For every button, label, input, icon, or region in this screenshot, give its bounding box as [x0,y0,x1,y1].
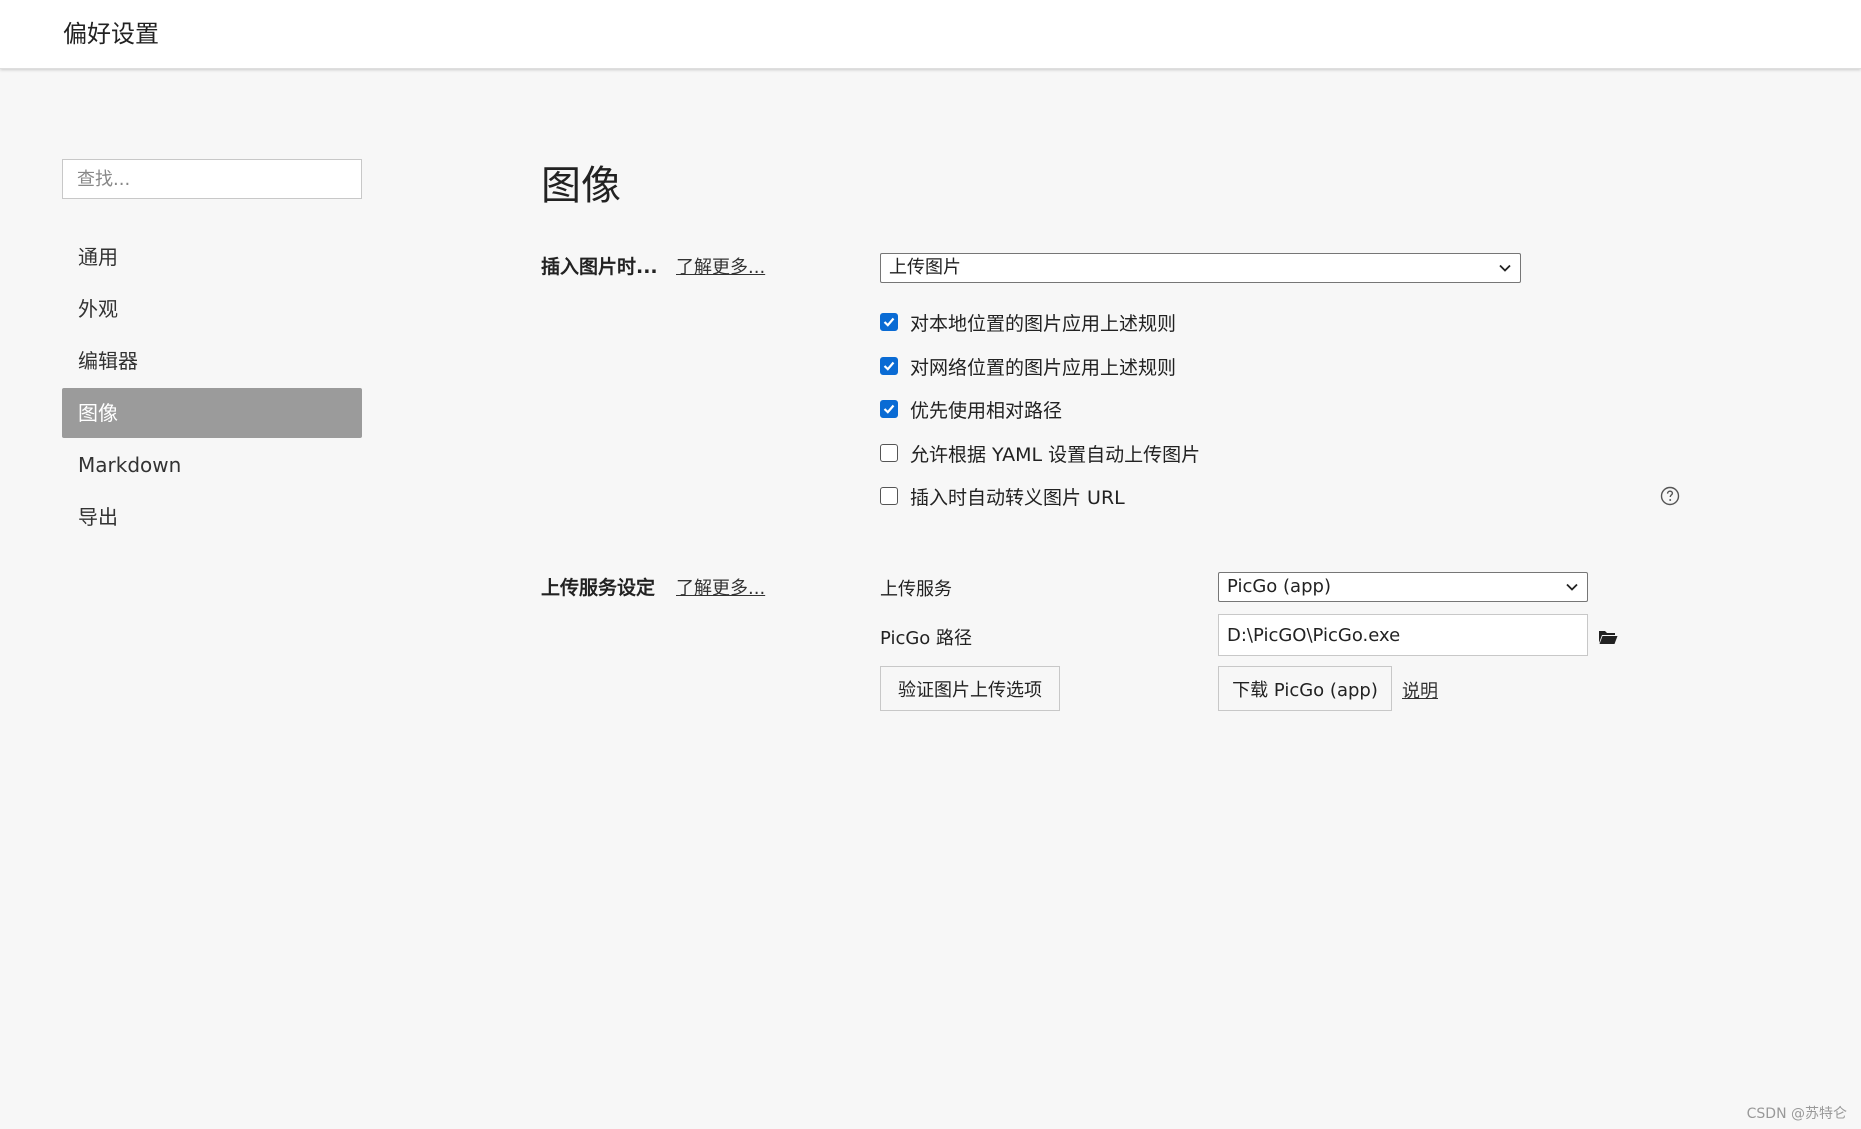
docs-link[interactable]: 说明 [1402,677,1438,703]
window-title: 偏好设置 [63,20,159,48]
picgo-path-input[interactable] [1218,614,1588,656]
option-local-images-label: 对本地位置的图片应用上述规则 [910,312,1177,335]
chevron-down-icon [1499,264,1511,272]
option-escape-url-label: 插入时自动转义图片 URL [910,486,1125,509]
sidebar-nav: 通用 外观 编辑器 图像 Markdown 导出 [62,232,362,544]
sidebar-item-markdown[interactable]: Markdown [62,440,362,490]
option-network-images-label: 对网络位置的图片应用上述规则 [910,356,1177,379]
option-local-images[interactable]: 对本地位置的图片应用上述规则 [880,308,1176,336]
folder-icon[interactable] [1598,629,1618,645]
sidebar-item-export[interactable]: 导出 [62,492,362,542]
sidebar-item-image[interactable]: 图像 [62,388,362,438]
picgo-path-label: PicGo 路径 [880,628,973,649]
checkbox-local-images[interactable] [880,313,898,331]
option-relative-path[interactable]: 优先使用相对路径 [880,395,1062,423]
page-title: 图像 [541,163,621,209]
option-relative-path-label: 优先使用相对路径 [910,399,1063,422]
checkbox-yaml-auto-upload[interactable] [880,444,898,462]
checkbox-relative-path[interactable] [880,400,898,418]
checkbox-network-images[interactable] [880,357,898,375]
upload-service-label: 上传服务 [880,579,952,600]
insert-action-value: 上传图片 [889,257,961,278]
download-picgo-button[interactable]: 下载 PicGo (app) [1218,666,1392,711]
sidebar-item-editor[interactable]: 编辑器 [62,336,362,386]
upload-learn-more-link[interactable]: 了解更多... [676,574,765,600]
option-yaml-auto-upload-label: 允许根据 YAML 设置自动上传图片 [910,443,1201,466]
title-bar: 偏好设置 [0,0,1861,69]
option-escape-url[interactable]: 插入时自动转义图片 URL [880,482,1125,510]
insert-learn-more-link[interactable]: 了解更多... [676,253,765,279]
verify-upload-button[interactable]: 验证图片上传选项 [880,666,1060,711]
watermark: CSDN @苏特仑 [1746,1106,1847,1122]
upload-service-section-label: 上传服务设定 [541,577,656,599]
upload-service-value: PicGo (app) [1227,576,1331,597]
option-yaml-auto-upload[interactable]: 允许根据 YAML 设置自动上传图片 [880,439,1200,467]
upload-service-select[interactable]: PicGo (app) [1218,572,1588,602]
sidebar-item-appearance[interactable]: 外观 [62,284,362,334]
checkbox-escape-url[interactable] [880,487,898,505]
chevron-down-icon [1566,583,1578,591]
sidebar-item-general[interactable]: 通用 [62,232,362,282]
search-input[interactable] [62,159,362,199]
option-network-images[interactable]: 对网络位置的图片应用上述规则 [880,352,1176,380]
insert-action-select[interactable]: 上传图片 [880,253,1521,283]
question-circle-icon[interactable] [1660,486,1680,506]
insert-image-section-label: 插入图片时... [541,256,658,278]
